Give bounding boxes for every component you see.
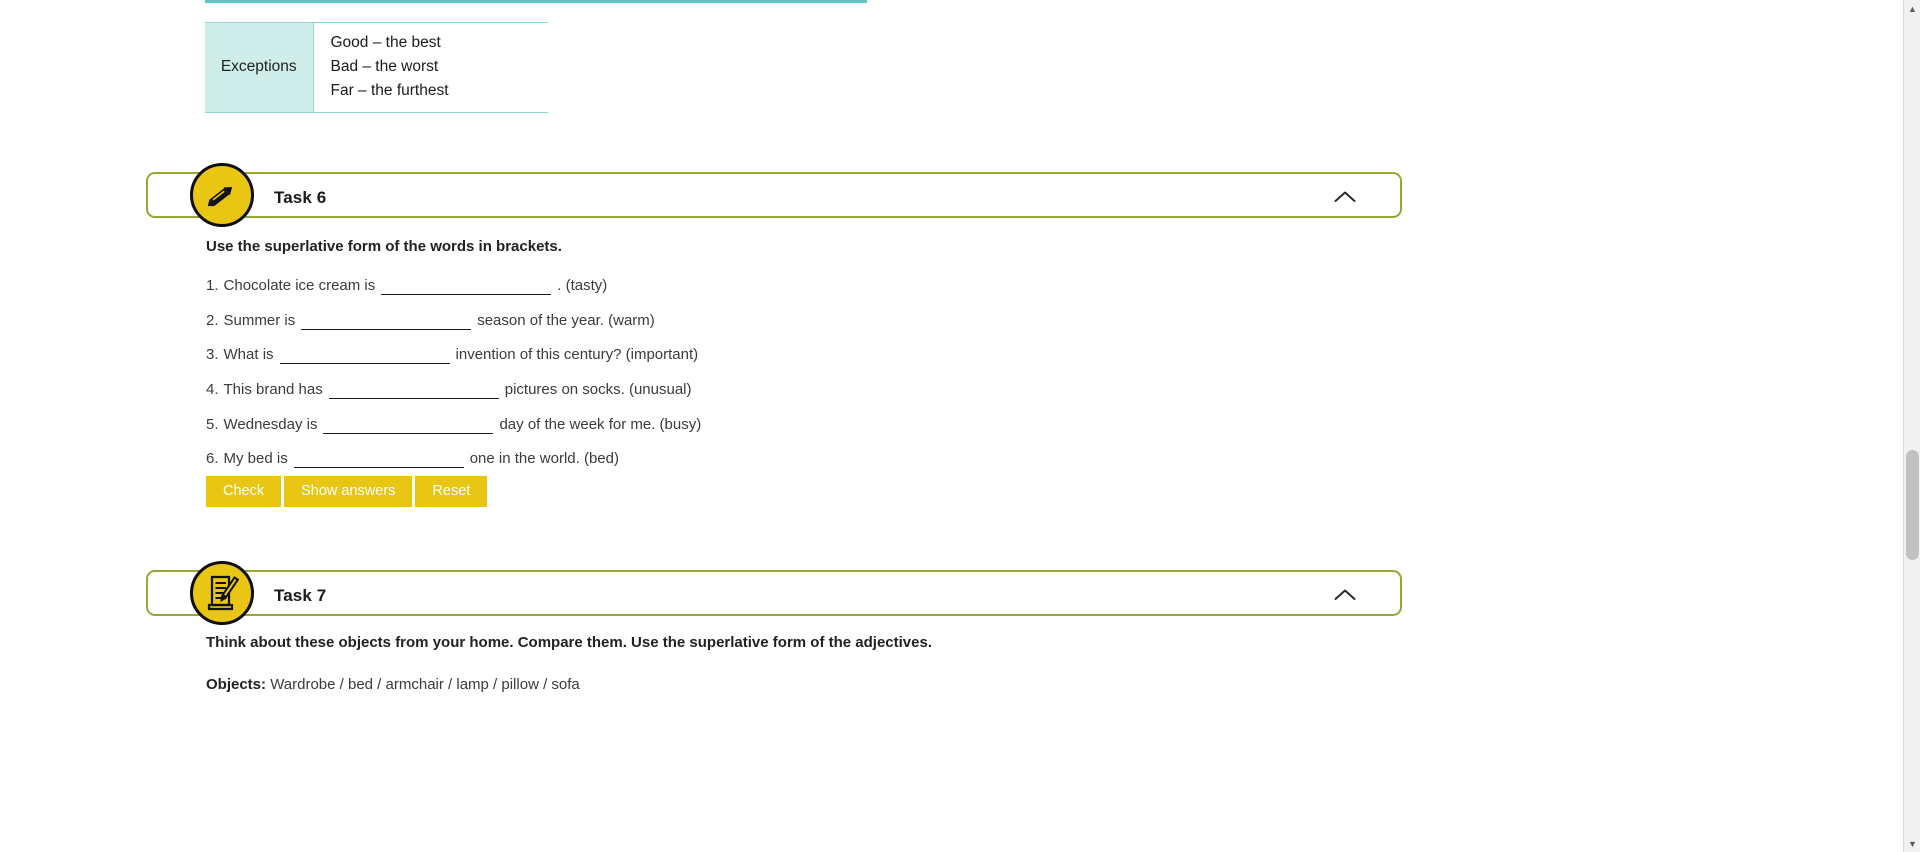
exception-item: Far – the furthest	[330, 82, 449, 100]
question-text-after: one in the world. (bed)	[469, 449, 619, 467]
question-number: 5.	[206, 415, 219, 433]
task6-collapse-toggle[interactable]	[1332, 184, 1358, 210]
page-root: Exceptions Good – the best Bad – the wor…	[0, 0, 1920, 852]
task7-header[interactable]: Task 7	[146, 570, 1402, 616]
document-pencil-icon	[190, 561, 254, 625]
task6-question-5: 5. Wednesday is day of the week for me. …	[206, 415, 701, 434]
question-text-before: My bed is	[223, 449, 288, 467]
question-text-after: season of the year. (warm)	[477, 311, 655, 329]
answer-input-1[interactable]	[381, 276, 552, 295]
task6-button-row: Check Show answers Reset	[206, 476, 488, 507]
question-number: 1.	[206, 276, 219, 294]
question-text-after: invention of this century? (important)	[455, 345, 699, 363]
pencil-icon	[190, 163, 254, 227]
task7-instruction: Think about these objects from your home…	[206, 634, 932, 651]
exception-item: Good – the best	[330, 34, 441, 51]
exceptions-items-cell: Good – the best Bad – the worst Far – th…	[313, 22, 548, 113]
question-text-before: This brand has	[223, 380, 323, 398]
task6-question-4: 4. This brand has pictures on socks. (un…	[206, 380, 692, 399]
scroll-down-arrow[interactable]: ▼	[1904, 835, 1920, 852]
task6-question-6: 6. My bed is one in the world. (bed)	[206, 449, 619, 468]
question-text-before: What is	[223, 345, 274, 363]
question-number: 6.	[206, 449, 219, 467]
reset-button[interactable]: Reset	[415, 476, 488, 507]
table-row: Exceptions Good – the best Bad – the wor…	[205, 22, 548, 113]
exceptions-table: Exceptions Good – the best Bad – the wor…	[205, 22, 548, 113]
answer-input-2[interactable]	[301, 311, 472, 330]
question-text-before: Wednesday is	[223, 415, 318, 433]
exceptions-label-cell: Exceptions	[205, 22, 314, 113]
lesson-content: Exceptions Good – the best Bad – the wor…	[0, 0, 1900, 852]
scroll-up-arrow[interactable]: ▲	[1904, 0, 1920, 17]
question-text-after: . (tasty)	[557, 276, 608, 294]
question-number: 4.	[206, 380, 219, 398]
exception-item: Bad – the worst	[330, 58, 439, 76]
question-text-before: Chocolate ice cream is	[223, 276, 376, 294]
task7-objects-value: Wardrobe / bed / armchair / lamp / pillo…	[270, 676, 580, 693]
task7-objects: Objects: Wardrobe / bed / armchair / lam…	[206, 676, 580, 693]
answer-input-6[interactable]	[293, 449, 464, 468]
check-button[interactable]: Check	[206, 476, 282, 507]
task6-question-2: 2. Summer is season of the year. (warm)	[206, 311, 655, 330]
task7-objects-label: Objects:	[206, 676, 267, 693]
task7-title: Task 7	[274, 586, 327, 605]
task7-collapse-toggle[interactable]	[1332, 582, 1358, 608]
question-text-after: day of the week for me. (busy)	[499, 415, 702, 433]
show-answers-button[interactable]: Show answers	[284, 476, 413, 507]
scrollbar-thumb[interactable]	[1906, 450, 1919, 560]
task6-question-1: 1. Chocolate ice cream is . (tasty)	[206, 276, 607, 295]
task6-instruction: Use the superlative form of the words in…	[206, 238, 562, 255]
task6-title: Task 6	[274, 188, 327, 207]
question-number: 2.	[206, 311, 219, 329]
task6-question-3: 3. What is invention of this century? (i…	[206, 345, 698, 364]
table-top-rule	[205, 0, 867, 3]
answer-input-4[interactable]	[328, 380, 499, 399]
question-text-after: pictures on socks. (unusual)	[504, 380, 692, 398]
vertical-scrollbar[interactable]: ▲ ▼	[1903, 0, 1920, 852]
answer-input-3[interactable]	[279, 345, 450, 364]
answer-input-5[interactable]	[323, 415, 494, 434]
question-text-before: Summer is	[223, 311, 296, 329]
question-number: 3.	[206, 345, 219, 363]
task6-header[interactable]: Task 6	[146, 172, 1402, 218]
